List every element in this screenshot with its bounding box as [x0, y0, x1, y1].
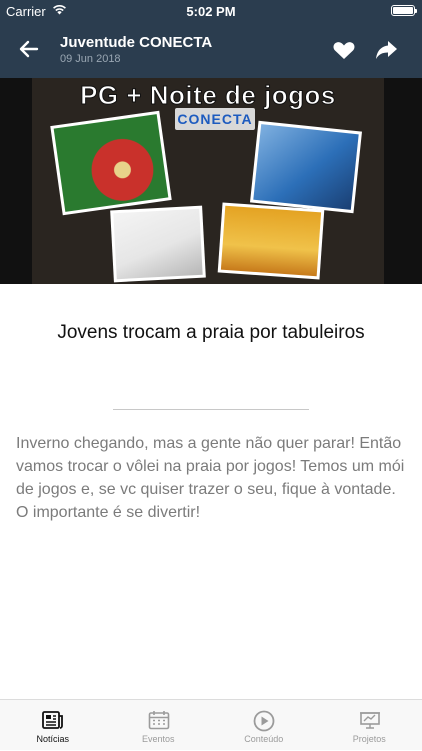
- banner-title: PG + Noite de jogos: [32, 80, 384, 111]
- tab-label-eventos: Eventos: [106, 734, 212, 744]
- tab-projetos[interactable]: Projetos: [317, 700, 422, 751]
- tab-conteudo[interactable]: Conteúdo: [211, 700, 317, 751]
- article-body: Inverno chegando, mas a gente não quer p…: [16, 432, 408, 524]
- battery-icon: [391, 5, 415, 16]
- presentation-icon: [359, 710, 381, 730]
- header-date: 09 Jun 2018: [60, 53, 121, 65]
- conecta-logo: CONECTA: [175, 108, 255, 130]
- play-icon: [253, 710, 275, 732]
- calendar-icon: [148, 710, 170, 730]
- playing-cards-photo: [110, 206, 206, 283]
- share-icon[interactable]: [373, 37, 399, 63]
- header-title: Juventude CONECTA: [60, 34, 212, 51]
- pool-table-photo: [250, 121, 362, 213]
- tab-label-noticias: Notícias: [0, 734, 106, 744]
- tab-label-projetos: Projetos: [317, 734, 422, 744]
- status-time: 5:02 PM: [0, 4, 422, 19]
- back-arrow-icon[interactable]: [16, 36, 42, 62]
- board-game-photo: [218, 203, 325, 280]
- header-bar: Juventude CONECTA 09 Jun 2018: [0, 22, 422, 78]
- status-bar: Carrier 5:02 PM: [0, 0, 422, 22]
- newspaper-icon: [42, 710, 64, 730]
- tab-label-conteudo: Conteúdo: [211, 734, 317, 744]
- heart-icon[interactable]: [331, 37, 357, 63]
- tab-eventos[interactable]: Eventos: [106, 700, 212, 751]
- ping-pong-photo: [50, 111, 171, 215]
- article-headline: Jovens trocam a praia por tabuleiros: [40, 320, 382, 346]
- tab-noticias[interactable]: Notícias: [0, 700, 106, 751]
- headline-divider: [113, 409, 309, 410]
- bottom-tab-bar: Notícias Eventos Conteúdo Projetos: [0, 699, 422, 750]
- game-night-banner: PG + Noite de jogos CONECTA: [32, 78, 384, 284]
- article-hero-image: PG + Noite de jogos CONECTA: [0, 78, 422, 284]
